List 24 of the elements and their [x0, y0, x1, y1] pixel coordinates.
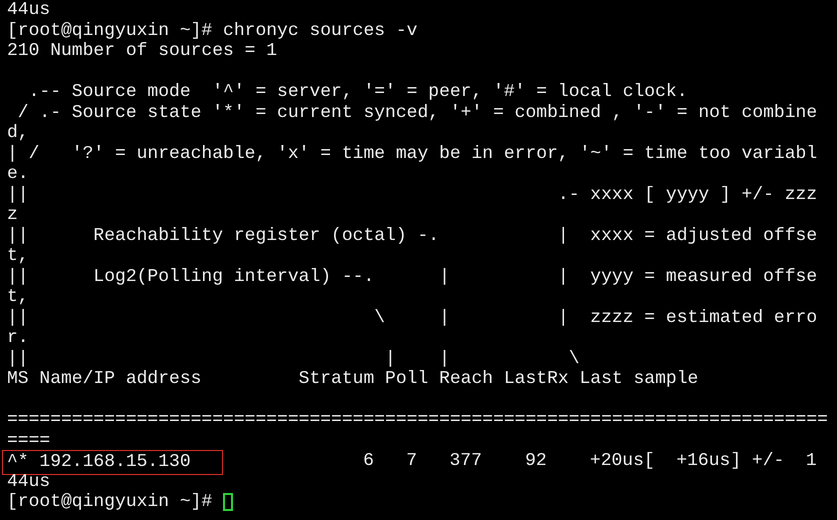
- cursor: [223, 493, 234, 511]
- terminal-prompt: [root@qingyuxin ~]#: [7, 492, 214, 512]
- terminal-line: 6 7 377 92 +20us[ +16us] +/- 1: [362, 451, 817, 472]
- terminal-line: || \ | | zzzz = estimated erro: [7, 308, 818, 328]
- terminal-line: || | | \: [7, 348, 580, 369]
- terminal-line: t,: [7, 287, 29, 308]
- terminal-line: z: [7, 205, 18, 226]
- terminal-line: .-- Source mode '^' = server, '=' = peer, '#' = local clock.: [28, 82, 688, 102]
- terminal-line: / .- Source state '*' = current synced, '+' = combined , '-' = not combine: [16, 102, 818, 123]
- terminal-line: [root@qingyuxin ~]# chronyc sources -v: [7, 20, 418, 41]
- terminal-line: t,: [7, 246, 29, 266]
- highlighted-source-address: ^* 192.168.15.130: [2, 450, 223, 475]
- terminal-line: d,: [7, 123, 29, 144]
- terminal-line: r.: [7, 328, 29, 348]
- terminal-line: | / '?' = unreachable, 'x' = time may be in error, '~' = time too variabl: [7, 144, 818, 164]
- terminal-line: || .- xxxx [ yyyy ] +/- zzz: [7, 184, 818, 205]
- terminal-line: 44us: [7, 0, 50, 20]
- terminal-line: e.: [7, 164, 29, 184]
- terminal-line: ====: [7, 430, 50, 451]
- terminal-line: MS Name/IP address Stratum Poll Reach LastRx Last sample: [7, 369, 698, 390]
- terminal-line: ============================================================================: [7, 410, 828, 430]
- terminal-line: || Reachability register (octal) -. | xxxx = adjusted offse: [7, 226, 818, 246]
- terminal-line: 210 Number of sources = 1: [7, 41, 278, 62]
- terminal-line: || Log2(Polling interval) --. | | yyyy = measured offse: [7, 266, 818, 287]
